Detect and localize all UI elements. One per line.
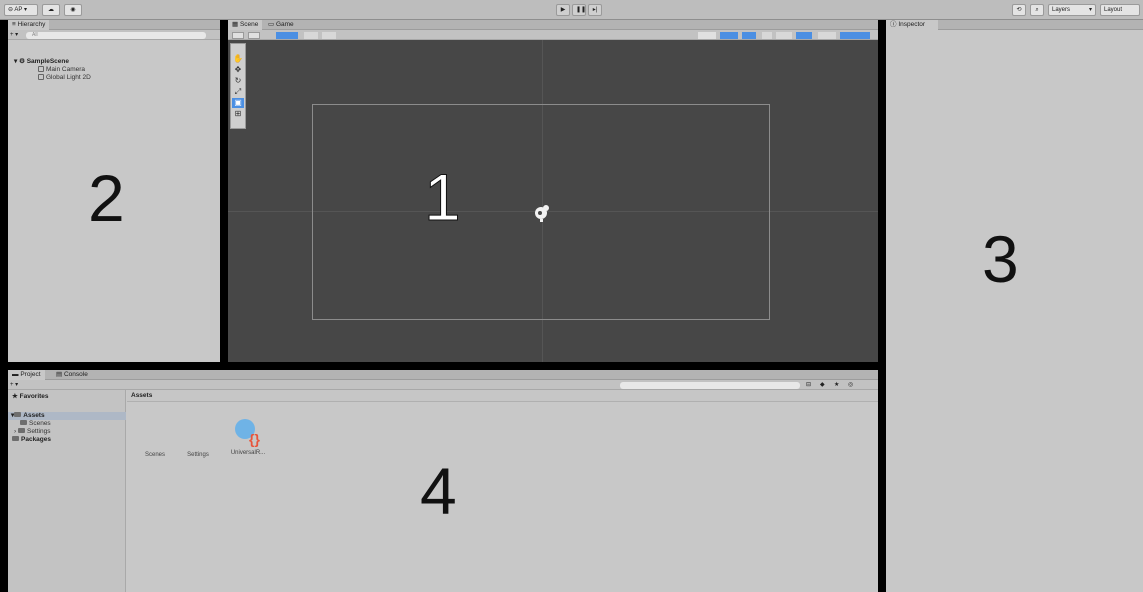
scene-toolbar xyxy=(228,30,878,40)
tab-project[interactable]: ▬ Project xyxy=(8,370,45,380)
hierarchy-panel: ≡ Hierarchy + ▾ All ▾ ⚙ SampleScene Main… xyxy=(8,20,220,362)
svg-text:{}: {} xyxy=(249,431,260,447)
history-button[interactable]: ⟲ xyxy=(1012,4,1026,16)
lighting-toggle[interactable] xyxy=(742,32,756,39)
layers-dropdown[interactable]: Layers ▾ xyxy=(1048,4,1096,16)
asset-settings[interactable]: Settings xyxy=(183,452,213,458)
breadcrumb: Assets xyxy=(127,390,878,402)
gizmos-dropdown[interactable] xyxy=(840,32,870,39)
hierarchy-item-main-camera[interactable]: Main Camera xyxy=(38,66,85,74)
play-button[interactable]: ▶ xyxy=(556,4,570,16)
2d-toggle[interactable] xyxy=(276,32,298,39)
layout-dropdown[interactable]: Layout xyxy=(1100,4,1140,16)
filter-by-type-icon[interactable]: ⊟ xyxy=(806,381,811,388)
inspector-panel: ⓘ Inspector 3 xyxy=(886,20,1143,592)
tool-palette: ✋ ✥ ↻ ⤢ ▣ ⊞ xyxy=(230,43,246,129)
packages-folder-item[interactable]: Packages xyxy=(12,436,51,444)
step-button[interactable]: ▸| xyxy=(588,4,602,16)
chevron-right-icon: › xyxy=(14,428,17,435)
scale-tool-icon[interactable]: ⤢ xyxy=(232,87,244,97)
asset-scenes[interactable]: Scenes xyxy=(140,452,170,458)
hierarchy-search-input[interactable]: All xyxy=(26,32,206,39)
history-icon: ⟲ xyxy=(1016,7,1022,13)
asset-universal-render-pipeline[interactable]: {} UniversalR... xyxy=(226,416,270,456)
hierarchy-toolbar: + ▾ All xyxy=(8,30,220,40)
chevron-down-icon: ▾ xyxy=(1088,7,1092,13)
tab-inspector[interactable]: ⓘ Inspector xyxy=(886,20,938,30)
move-tool-icon[interactable]: ✥ xyxy=(232,65,244,75)
audio-toggle[interactable] xyxy=(762,32,772,39)
main-toolbar: ⊖ AP ▾ ☁ ◉ ▶ ❚❚ ▸| ⟲ ⌕ Layers ▾ Layout xyxy=(0,0,1143,20)
favorite-search-icon[interactable]: ★ xyxy=(834,381,839,388)
snap-button[interactable] xyxy=(304,32,318,39)
hidden-packages-icon[interactable]: ◎ xyxy=(848,381,853,388)
cloud-button[interactable]: ☁ xyxy=(42,4,60,16)
effects-dropdown[interactable] xyxy=(776,32,792,39)
region-number-4: 4 xyxy=(420,454,457,528)
project-folder-tree: ★ Favorites ▾ Assets Scenes › Settings Pa… xyxy=(8,390,126,592)
search-icon: ⌕ xyxy=(1035,7,1039,13)
info-icon: ⓘ xyxy=(890,21,897,28)
scene-tabstrip: ▦ Scene ▭ Game xyxy=(228,20,878,30)
scenes-folder-item[interactable]: Scenes xyxy=(20,420,51,428)
collab-icon: ◉ xyxy=(70,7,76,13)
add-button[interactable]: + ▾ xyxy=(10,31,18,38)
camera-settings-button[interactable] xyxy=(818,32,836,39)
tab-scene[interactable]: ▦ Scene xyxy=(228,20,263,30)
grid-button[interactable] xyxy=(322,32,336,39)
rotate-tool-icon[interactable]: ↻ xyxy=(232,76,244,86)
hierarchy-item-global-light[interactable]: Global Light 2D xyxy=(38,74,91,82)
hierarchy-tabstrip: ≡ Hierarchy xyxy=(8,20,220,30)
project-panel: ▬ Project ▤ Console + ▾ ⊟ ◆ ★ ◎ ★ Favori… xyxy=(8,370,878,592)
tab-console[interactable]: ▤ Console xyxy=(52,370,92,380)
account-dropdown[interactable]: ⊖ AP ▾ xyxy=(4,4,38,16)
region-number-3: 3 xyxy=(982,222,1019,296)
scene-root-item[interactable]: ▾ ⚙ SampleScene xyxy=(14,58,69,66)
region-number-2: 2 xyxy=(88,161,125,235)
project-tabstrip: ▬ Project ▤ Console xyxy=(8,370,878,380)
draw-mode-button[interactable] xyxy=(232,32,244,39)
inspector-tabstrip: ⓘ Inspector xyxy=(886,20,1143,30)
light-gizmo-icon[interactable] xyxy=(531,202,553,222)
unity-scene-icon: ⚙ xyxy=(19,58,25,65)
gizmo-button[interactable] xyxy=(248,32,260,39)
transform-tool-icon[interactable]: ⊞ xyxy=(232,109,244,119)
hand-tool-icon[interactable]: ✋ xyxy=(232,54,244,64)
folder-icon xyxy=(12,436,19,441)
pipeline-asset-icon: {} xyxy=(235,419,260,447)
hidden-objects-toggle[interactable] xyxy=(796,32,812,39)
rect-tool-icon[interactable]: ▣ xyxy=(232,98,244,108)
collab-button[interactable]: ◉ xyxy=(64,4,82,16)
search-button[interactable]: ⌕ xyxy=(1030,4,1044,16)
project-toolbar: + ▾ ⊟ ◆ ★ ◎ xyxy=(8,380,878,390)
breadcrumb-assets[interactable]: Assets xyxy=(131,392,152,399)
folder-icon xyxy=(17,428,25,433)
region-number-1: 1 xyxy=(424,160,462,234)
create-button[interactable]: + ▾ xyxy=(10,381,18,388)
settings-folder-item[interactable]: › Settings xyxy=(14,428,50,436)
favorites-item[interactable]: ★ Favorites xyxy=(12,393,49,401)
folder-icon: ▬ xyxy=(12,371,19,378)
pause-icon: ❚❚ xyxy=(576,7,587,13)
play-icon: ▶ xyxy=(560,7,566,13)
render-mode-button[interactable] xyxy=(698,32,716,39)
console-icon: ▤ xyxy=(56,371,63,378)
tab-game[interactable]: ▭ Game xyxy=(264,20,298,30)
project-search-input[interactable] xyxy=(620,382,800,389)
scene-viewport[interactable]: ✋ ✥ ↻ ⤢ ▣ ⊞ 1 xyxy=(228,40,878,362)
filter-by-label-icon[interactable]: ◆ xyxy=(820,381,825,388)
scene-panel: ▦ Scene ▭ Game ✋ ✥ ↻ ⤢ ▣ ⊞ 1 xyxy=(228,20,878,362)
2d-button[interactable] xyxy=(720,32,738,39)
star-icon: ★ xyxy=(12,393,18,400)
gameobject-icon xyxy=(38,74,44,80)
gameobject-icon xyxy=(38,66,44,72)
folder-icon xyxy=(20,420,27,425)
tab-hierarchy[interactable]: ≡ Hierarchy xyxy=(8,20,50,30)
folder-icon xyxy=(14,412,22,417)
step-icon: ▸| xyxy=(592,7,598,13)
assets-folder-item[interactable]: ▾ Assets xyxy=(8,412,126,420)
pause-button[interactable]: ❚❚ xyxy=(572,4,586,16)
cloud-icon: ☁ xyxy=(48,7,54,13)
